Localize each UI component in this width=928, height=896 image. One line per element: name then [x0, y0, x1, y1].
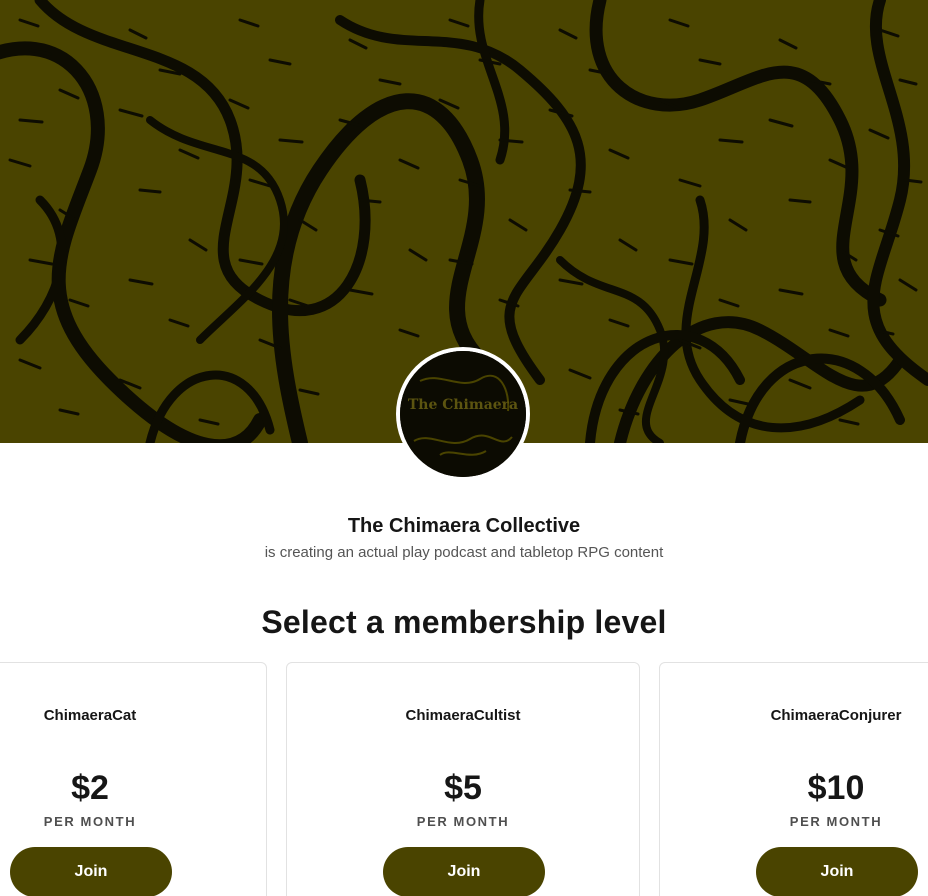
creator-name: The Chimaera Collective [347, 515, 581, 537]
tier-price: $5 [444, 769, 482, 807]
tier-period: PER MONTH [789, 814, 883, 829]
membership-title: Select a membership level [261, 604, 667, 640]
join-button[interactable]: Join [383, 847, 545, 896]
tier-name: ChimaeraCultist [405, 707, 521, 724]
avatar-logo: The Chimaera [400, 351, 526, 477]
tier-period: PER MONTH [416, 814, 510, 829]
tier-period: PER MONTH [43, 814, 137, 829]
join-button[interactable]: Join [756, 847, 918, 896]
logo-text: The Chimaera [408, 397, 518, 413]
tier-card-chimaera-cat: ChimaeraCat $2 PER MONTH Join [0, 662, 267, 896]
join-button[interactable]: Join [10, 847, 172, 896]
tier-card-chimaera-conjurer: ChimaeraConjurer $10 PER MONTH Join [659, 662, 928, 896]
creator-tagline: is creating an actual play podcast and t… [264, 544, 664, 561]
chimaera-logo-icon: The Chimaera [400, 351, 526, 477]
tier-name: ChimaeraCat [43, 707, 137, 724]
tier-name: ChimaeraConjurer [770, 707, 902, 724]
creator-avatar[interactable]: The Chimaera [396, 347, 530, 481]
tier-card-chimaera-cultist: ChimaeraCultist $5 PER MONTH Join [286, 662, 640, 896]
tier-price: $10 [807, 769, 865, 807]
tier-price: $2 [71, 769, 109, 807]
creator-page: The Chimaera The Chimaera Collective is … [0, 0, 928, 896]
